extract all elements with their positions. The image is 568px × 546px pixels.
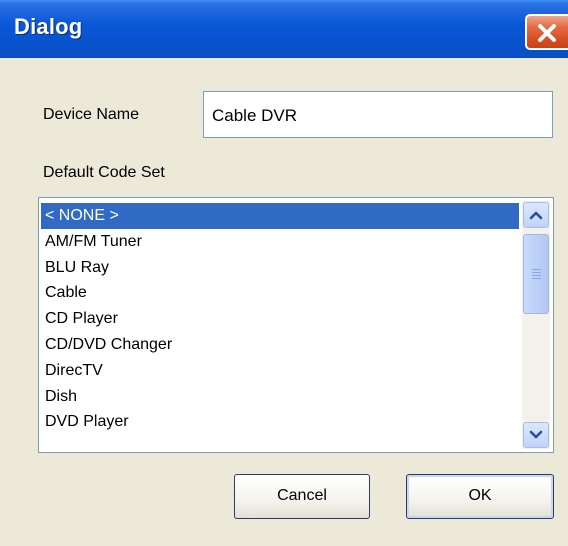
list-item[interactable]: Cable — [41, 280, 519, 306]
device-name-label: Device Name — [43, 106, 140, 123]
close-button[interactable] — [525, 14, 568, 50]
device-name-input[interactable] — [203, 91, 553, 138]
code-set-list: < NONE > AM/FM Tuner BLU Ray Cable CD Player… — [41, 203, 519, 435]
scroll-up-button[interactable] — [523, 202, 549, 228]
scroll-down-button[interactable] — [523, 422, 549, 448]
dialog-window: Dialog Device Name Default Code Set < NO… — [0, 0, 568, 546]
scroll-grip — [532, 278, 541, 279]
code-set-label: Default Code Set — [43, 164, 165, 181]
list-item[interactable]: DirecTV — [41, 358, 519, 384]
cancel-button[interactable]: Cancel — [234, 474, 370, 519]
list-item[interactable]: DVD Player — [41, 409, 519, 435]
window-title: Dialog — [14, 14, 83, 39]
scroll-thumb[interactable] — [523, 234, 549, 314]
list-item[interactable]: CD Player — [41, 306, 519, 332]
list-item[interactable]: < NONE > — [41, 203, 519, 229]
list-item[interactable]: Dish — [41, 384, 519, 410]
title-bar[interactable]: Dialog — [0, 0, 568, 58]
vertical-scrollbar[interactable] — [522, 201, 550, 449]
scroll-grip — [532, 269, 541, 270]
scroll-grip — [532, 275, 541, 276]
scroll-grip — [532, 272, 541, 273]
code-set-listbox[interactable]: < NONE > AM/FM Tuner BLU Ray Cable CD Player… — [38, 197, 554, 453]
ok-button[interactable]: OK — [406, 474, 554, 519]
list-item[interactable]: BLU Ray — [41, 255, 519, 281]
list-item[interactable]: CD/DVD Changer — [41, 332, 519, 358]
list-item[interactable]: AM/FM Tuner — [41, 229, 519, 255]
